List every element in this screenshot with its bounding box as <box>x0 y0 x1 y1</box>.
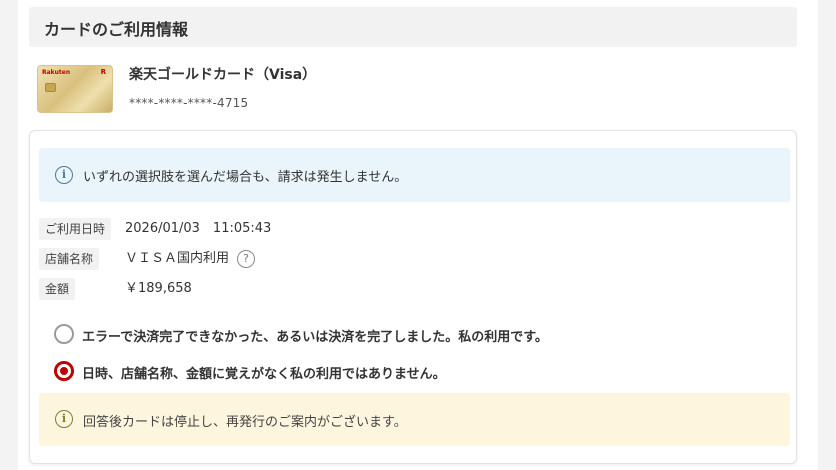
store-name-value: ＶＩＳＡ国内利用 <box>125 251 230 266</box>
warning-notice: i 回答後カードは停止し、再発行のご案内がございます。 <box>39 393 790 446</box>
option-my-usage-label[interactable]: エラーで決済完了できなかった、あるいは決済を完了しました。私の利用です。 <box>82 326 548 345</box>
option-not-my-usage-radio[interactable] <box>54 361 74 381</box>
info-notice: i いずれの選択肢を選んだ場合も、請求は発生しません。 <box>39 148 790 202</box>
section-title: カードのご利用情報 <box>44 20 189 39</box>
info-icon: i <box>55 410 73 428</box>
section-header: カードのご利用情報 <box>29 7 797 47</box>
usage-date-label: ご利用日時 <box>39 218 112 240</box>
store-name-row: ＶＩＳＡ国内利用? <box>125 248 256 270</box>
store-name-label: 店舗名称 <box>39 248 100 270</box>
card-number: ****-****-****-4715 <box>129 96 249 110</box>
usage-date-value: 2026/01/03 11:05:43 <box>125 221 272 236</box>
confirmation-box: i いずれの選択肢を選んだ場合も、請求は発生しません。 ご利用日時 2026/0… <box>29 130 797 464</box>
card-usage-panel: カードのご利用情報 Rakuten R 楽天ゴールドカード（Visa） ****… <box>18 0 818 470</box>
card-brand-logo: Rakuten <box>42 69 71 76</box>
card-chip-icon <box>45 83 56 92</box>
warning-notice-text: 回答後カードは停止し、再発行のご案内がございます。 <box>83 415 407 430</box>
amount-label: 金額 <box>39 278 76 300</box>
amount-value: ￥189,658 <box>125 281 192 296</box>
info-notice-text: いずれの選択肢を選んだ場合も、請求は発生しません。 <box>83 170 408 185</box>
credit-card-image: Rakuten R <box>37 65 113 113</box>
card-brand-mark: R <box>100 68 106 76</box>
option-my-usage-radio[interactable] <box>54 324 74 344</box>
option-not-my-usage-label[interactable]: 日時、店舗名称、金額に覚えがなく私の利用ではありません。 <box>82 363 446 382</box>
info-icon: i <box>55 166 73 184</box>
help-icon[interactable]: ? <box>237 249 256 268</box>
card-name: 楽天ゴールドカード（Visa） <box>129 67 317 83</box>
